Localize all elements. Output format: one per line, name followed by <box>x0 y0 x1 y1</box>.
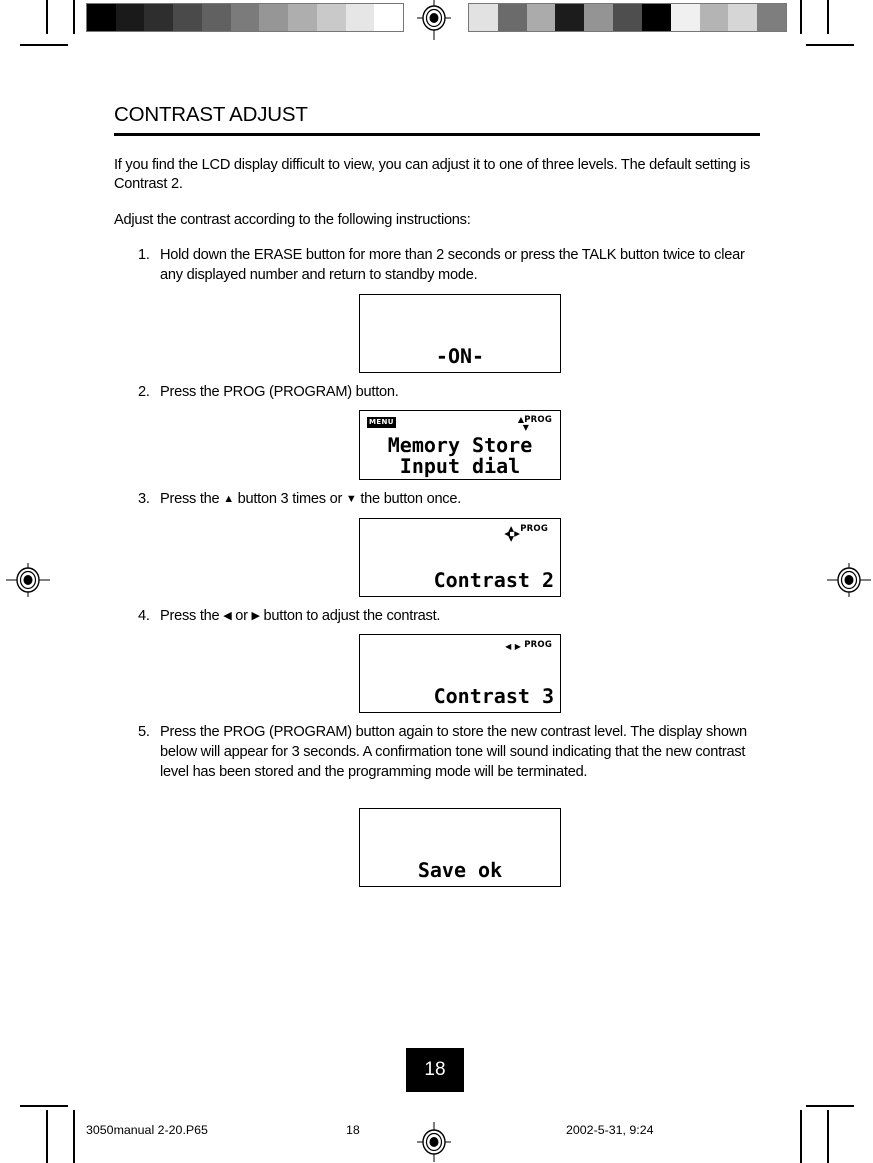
calibration-patch-10 <box>757 4 786 31</box>
lcd-contrast-3-text: Contrast 3 <box>433 684 554 709</box>
intro-paragraph-2: Adjust the contrast according to the fol… <box>114 211 471 228</box>
lcd-save-ok-text: Save ok <box>417 858 503 883</box>
crop-mark-bottom-left-horizontal <box>20 1105 68 1107</box>
dpad-cluster-icon: ▲ ◀ ▶ ▼ <box>504 525 520 543</box>
calibration-patch-3 <box>555 4 585 31</box>
step-text-3-after: the button once. <box>356 491 462 508</box>
calibration-patch-3 <box>173 4 202 31</box>
lcd-standby-text: -ON- <box>435 343 485 368</box>
step-number-3: 3. <box>138 491 150 508</box>
step-number-4: 4. <box>138 607 150 624</box>
calibration-patch-7 <box>670 4 700 31</box>
calibration-strip-left <box>86 3 404 32</box>
registration-mark-top <box>417 0 451 40</box>
list-item-step-1: 1. Hold down the ERASE button for more t… <box>114 246 760 373</box>
list-item-step-5: 5. Press the PROG (PROGRAM) button again… <box>114 723 760 888</box>
calibration-patch-0 <box>87 4 116 31</box>
calibration-patch-5 <box>230 4 260 31</box>
arrow-up-icon: ▲ <box>223 493 234 506</box>
calibration-patch-5 <box>613 4 642 31</box>
page-title: CONTRAST ADJUST <box>114 103 308 126</box>
calibration-patch-10 <box>374 4 404 31</box>
calibration-patch-2 <box>144 4 174 31</box>
calibration-patch-8 <box>699 4 729 31</box>
arrow-right-icon: ▶ <box>251 609 260 622</box>
lcd-screen-standby: -ON- <box>359 293 561 373</box>
prepress-footer: 3050manual 2-20.P65 18 2002-5-31, 9:24 <box>0 1123 873 1139</box>
lcd-prog-label: PROG <box>520 524 548 535</box>
registration-mark-left <box>6 563 50 597</box>
list-item-step-2: 2. Press the PROG (PROGRAM) button. MENU… <box>114 383 760 481</box>
calibration-patch-4 <box>584 4 614 31</box>
intro-paragraph-1: If you find the LCD display difficult to… <box>114 156 751 193</box>
lcd-screen-memory-store: MENU ▲PROG ▼ Memory Store Input dial <box>359 410 561 481</box>
crop-mark-bottom-right-horizontal <box>806 1105 854 1107</box>
calibration-patch-6 <box>641 4 671 31</box>
calibration-strip-right <box>468 3 787 32</box>
arrow-down-icon: ▼ <box>522 423 530 433</box>
arrow-right-icon: ▶ <box>514 642 522 652</box>
calibration-patch-2 <box>526 4 556 31</box>
calibration-patch-6 <box>259 4 289 31</box>
calibration-patch-7 <box>288 4 317 31</box>
calibration-patch-9 <box>728 4 758 31</box>
title-rule <box>114 132 760 136</box>
registration-mark-right <box>827 563 871 597</box>
step-text-4-after: button to adjust the contrast. <box>259 607 441 624</box>
calibration-patch-1 <box>115 4 145 31</box>
lcd-memory-line-1: Memory Store <box>387 433 533 458</box>
step-text-3-middle: button 3 times or <box>233 491 346 508</box>
footer-file-name: 3050manual 2-20.P65 <box>86 1123 208 1137</box>
arrow-down-icon: ▼ <box>508 534 515 544</box>
step-number-5: 5. <box>138 724 150 741</box>
lcd-memory-line-2: Input dial <box>399 454 521 479</box>
calibration-patch-4 <box>201 4 231 31</box>
lcd-prog-indicator: ▲PROG ▼ <box>518 416 552 433</box>
crop-mark-top-right-horizontal <box>806 44 854 46</box>
arrow-down-icon: ▼ <box>345 493 357 506</box>
arrow-left-icon: ◀ <box>223 609 232 622</box>
calibration-patch-1 <box>497 4 527 31</box>
footer-page-number: 18 <box>346 1123 360 1137</box>
lcd-screen-contrast-2: ▲ ◀ ▶ ▼ PROG Contrast 2 <box>359 517 561 597</box>
step-text-2: Press the PROG (PROGRAM) button. <box>160 383 399 400</box>
arrow-left-icon: ◀ <box>505 642 512 652</box>
list-item-step-3: 3. Press the ▲ button 3 times or ▼ the b… <box>114 490 760 597</box>
lcd-menu-badge: MENU <box>367 417 396 429</box>
step-text-1: Hold down the ERASE button for more than… <box>160 247 745 284</box>
crop-mark-top-right-inner <box>800 0 802 34</box>
lcd-contrast-2-text: Contrast 2 <box>433 567 554 592</box>
lcd-screen-save-ok: Save ok <box>359 808 561 888</box>
list-item-step-4: 4. Press the ◀ or ▶ button to adjust the… <box>114 607 760 714</box>
step-number-1: 1. <box>138 247 150 264</box>
lcd-prog-label: PROG <box>524 640 552 651</box>
calibration-patch-8 <box>316 4 346 31</box>
step-text-5: Press the PROG (PROGRAM) button again to… <box>160 724 747 780</box>
lcd-prog-indicator-cluster: ▲ ◀ ▶ ▼ PROG <box>504 525 548 543</box>
step-number-2: 2. <box>138 383 150 400</box>
page-number-badge: 18 <box>406 1048 464 1092</box>
footer-timestamp: 2002-5-31, 9:24 <box>566 1123 654 1137</box>
step-text-3-before: Press the <box>160 491 224 508</box>
calibration-patch-9 <box>345 4 375 31</box>
crop-mark-top-left-outer <box>46 0 48 34</box>
lcd-prog-indicator-lr: ◀ ▶ PROG <box>505 640 552 652</box>
step-text-4-middle: or <box>231 607 252 624</box>
step-text-4-before: Press the <box>160 607 224 624</box>
crop-mark-top-left-inner <box>73 0 75 34</box>
instruction-list: 1. Hold down the ERASE button for more t… <box>114 246 760 888</box>
crop-mark-top-right-outer <box>827 0 829 34</box>
lcd-screen-contrast-3: ◀ ▶ PROG Contrast 3 <box>359 634 561 714</box>
page-content: CONTRAST ADJUST If you find the LCD disp… <box>114 103 760 897</box>
calibration-patch-0 <box>469 4 498 31</box>
crop-mark-top-left-horizontal <box>20 44 68 46</box>
